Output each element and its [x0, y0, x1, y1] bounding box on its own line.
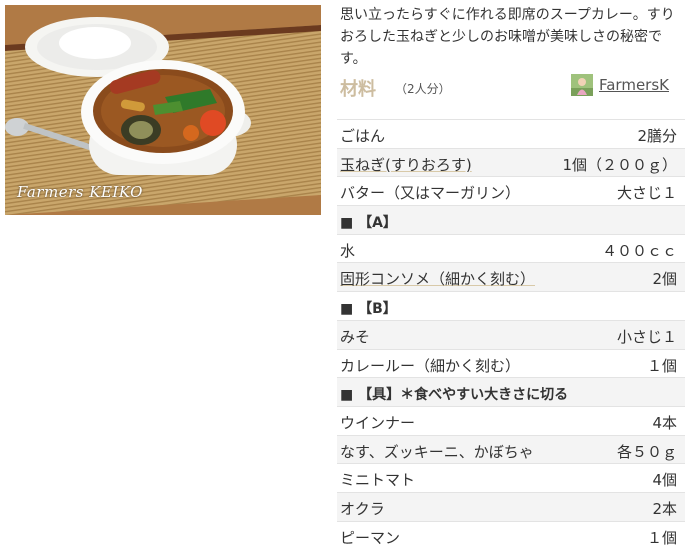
ingredient-quantity: １個: [646, 528, 677, 547]
ingredient-group-heading: ■ 【A】: [337, 205, 685, 234]
ingredient-quantity: 4個: [652, 471, 677, 490]
author-link[interactable]: FarmersK: [570, 74, 669, 96]
ingredient-group-heading: ■ 【具】＊食べやすい大きさに切る: [337, 377, 685, 406]
ingredient-quantity: 小さじ１: [616, 327, 677, 346]
ingredient-quantity: 1個（２００ｇ）: [562, 155, 677, 174]
ingredient-name: ■ 【A】: [340, 215, 397, 232]
photo-watermark: Farmers KEIKO: [17, 183, 143, 201]
ingredient-name: ■ 【具】＊食べやすい大きさに切る: [340, 387, 569, 404]
ingredients-header: 材料 （2人分） FarmersK: [337, 70, 687, 108]
ingredient-quantity: 2個: [652, 270, 677, 289]
recipe-panel: 思い立ったらすぐに作れる即席のスープカレー。すりおろした玉ねぎと少しのお味噌が美…: [337, 0, 687, 108]
ingredient-name: ピーマン: [340, 528, 401, 547]
ingredient-quantity: 4本: [652, 413, 677, 432]
ingredient-name: ウインナー: [340, 413, 416, 432]
ingredient-name: ■ 【B】: [340, 301, 397, 318]
ingredient-row: 水 ４００ｃｃ: [337, 233, 685, 263]
ingredient-group-heading: ■ 【B】: [337, 291, 685, 320]
ingredient-name: 水: [340, 241, 356, 260]
ingredient-name: オクラ: [340, 499, 385, 518]
ingredient-name[interactable]: 固形コンソメ（細かく刻む）: [340, 268, 535, 289]
ingredient-row: みそ 小さじ１: [337, 319, 685, 349]
ingredient-quantity: 2本: [652, 499, 677, 518]
author-avatar[interactable]: [570, 74, 593, 96]
ingredient-row: オクラ 2本: [337, 491, 685, 521]
ingredient-name: ミニトマト: [340, 471, 416, 490]
ingredient-name: ごはん: [340, 127, 386, 145]
ingredient-name: なす、ズッキーニ、かぼちゃ: [340, 442, 534, 461]
ingredient-row: なす、ズッキーニ、かぼちゃ 各５０ｇ: [337, 434, 685, 464]
ingredient-row: 玉ねぎ(すりおろす) 1個（２００ｇ）: [337, 147, 685, 177]
servings-label: （2人分）: [395, 82, 451, 96]
ingredient-row: バター（又はマーガリン） 大さじ１: [337, 176, 685, 205]
author-name[interactable]: FarmersK: [599, 76, 669, 94]
ingredient-row: ウインナー 4本: [337, 405, 685, 435]
recipe-description: 思い立ったらすぐに作れる即席のスープカレー。すりおろした玉ねぎと少しのお味噌が美…: [340, 7, 675, 67]
ingredient-name[interactable]: 玉ねぎ(すりおろす): [340, 154, 472, 175]
ingredient-quantity: 大さじ１: [616, 184, 677, 203]
ingredient-row: ミニトマト 4個: [337, 463, 685, 492]
ingredient-quantity: １個: [646, 356, 677, 375]
ingredient-row: カレールー（細かく刻む） １個: [337, 348, 685, 378]
ingredient-row: ごはん 2膳分: [337, 119, 685, 148]
ingredients-table: ごはん 2膳分玉ねぎ(すりおろす) 1個（２００ｇ） バター（又はマーガリン） 大さじ１…: [337, 119, 685, 549]
ingredient-quantity: 各５０ｇ: [616, 442, 677, 461]
ingredients-title: 材料: [340, 79, 376, 100]
recipe-photo: Farmers KEIKO: [5, 5, 321, 215]
ingredient-quantity: ４００ｃｃ: [601, 241, 677, 260]
ingredient-name: みそ: [340, 327, 371, 346]
ingredient-name: バター（又はマーガリン）: [340, 184, 521, 203]
ingredient-quantity: 2膳分: [637, 127, 677, 145]
ingredient-row: 固形コンソメ（細かく刻む） 2個: [337, 262, 685, 292]
ingredient-name: カレールー（細かく刻む）: [340, 356, 521, 375]
ingredient-row: ピーマン １個: [337, 520, 685, 549]
